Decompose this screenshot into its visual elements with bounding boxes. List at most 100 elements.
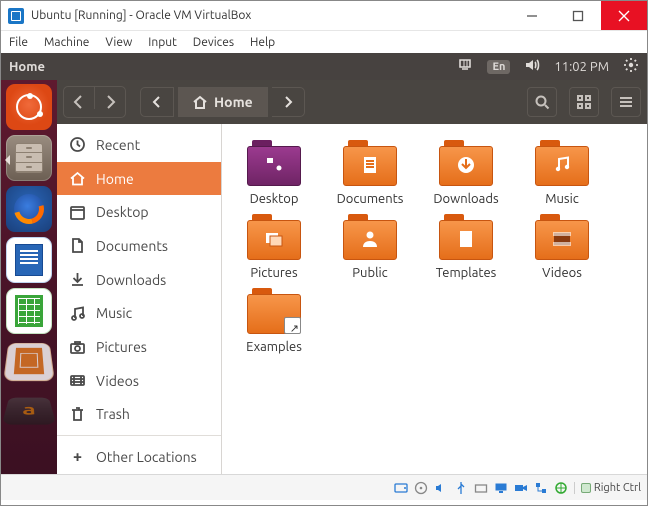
sidebar-item-label: Music <box>96 305 132 321</box>
files-toolbar: Home <box>57 80 647 124</box>
menu-input[interactable]: Input <box>148 36 177 49</box>
home-icon <box>192 94 208 110</box>
status-hostkey[interactable]: Right Ctrl <box>574 482 641 494</box>
folder-desktop[interactable]: Desktop <box>228 140 320 206</box>
sidebar-item-label: Other Locations <box>96 449 197 465</box>
download-icon <box>69 271 86 288</box>
path-prev-button[interactable] <box>140 87 174 117</box>
folder-examples[interactable]: Examples <box>228 288 320 354</box>
desktop-icon <box>69 204 86 221</box>
sidebar-item-trash[interactable]: Trash <box>57 398 221 432</box>
folder-videos[interactable]: Videos <box>516 214 608 280</box>
status-mouse-integration-icon[interactable] <box>554 480 569 495</box>
hamburger-menu-button[interactable] <box>611 87 641 117</box>
sidebar-item-label: Recent <box>96 137 140 153</box>
folder-music[interactable]: Music <box>516 140 608 206</box>
folder-label: Downloads <box>433 192 498 206</box>
launcher-amazon[interactable]: a <box>2 398 57 425</box>
status-display-icon[interactable] <box>494 480 509 495</box>
hostkey-label: Right Ctrl <box>594 482 641 494</box>
menu-file[interactable]: File <box>9 36 28 49</box>
folder-documents[interactable]: Documents <box>324 140 416 206</box>
launcher-impress[interactable] <box>3 343 55 381</box>
path-next-button[interactable] <box>272 87 305 117</box>
sidebar-item-recent[interactable]: Recent <box>57 128 221 162</box>
sidebar-item-music[interactable]: Music <box>57 297 221 331</box>
sidebar-item-home[interactable]: Home <box>57 162 221 196</box>
sidebar-item-label: Videos <box>96 373 139 389</box>
close-button[interactable] <box>601 1 647 30</box>
folder-label: Templates <box>436 266 497 280</box>
folder-label: Music <box>545 192 579 206</box>
volume-icon[interactable] <box>524 57 540 76</box>
sidebar-item-pictures[interactable]: Pictures <box>57 330 221 364</box>
sidebar-item-label: Documents <box>96 238 168 254</box>
files-grid: Desktop Documents Downloads <box>222 124 647 474</box>
maximize-button[interactable] <box>555 1 601 30</box>
folder-public[interactable]: Public <box>324 214 416 280</box>
menu-view[interactable]: View <box>105 36 132 49</box>
launcher-firefox[interactable] <box>6 186 52 232</box>
folder-label: Examples <box>246 340 302 354</box>
sidebar-item-videos[interactable]: Videos <box>57 364 221 398</box>
virtualbox-statusbar: Right Ctrl <box>1 474 647 500</box>
folder-templates[interactable]: a Templates <box>420 214 512 280</box>
status-video-capture-icon[interactable] <box>514 480 529 495</box>
virtualbox-icon <box>8 8 24 24</box>
document-icon <box>69 237 86 254</box>
folder-label: Documents <box>337 192 404 206</box>
status-optical-icon[interactable] <box>414 480 429 495</box>
launcher-calc[interactable] <box>6 288 52 334</box>
folder-pictures[interactable]: Pictures <box>228 214 320 280</box>
sidebar-item-label: Home <box>96 171 134 187</box>
clock[interactable]: 11:02 PM <box>554 60 609 74</box>
sidebar-item-label: Desktop <box>96 204 149 220</box>
sidebar-item-other-locations[interactable]: + Other Locations <box>57 440 221 474</box>
trash-icon <box>69 406 86 423</box>
launcher-dash[interactable] <box>6 84 52 130</box>
menu-devices[interactable]: Devices <box>193 36 234 49</box>
video-icon <box>69 372 86 389</box>
window-title: Ubuntu [Running] - Oracle VM VirtualBox <box>31 9 251 22</box>
sidebar-item-documents[interactable]: Documents <box>57 229 221 263</box>
status-shared-folder-icon[interactable] <box>474 480 489 495</box>
sidebar-item-label: Pictures <box>96 339 147 355</box>
launcher-writer[interactable] <box>6 237 52 283</box>
home-icon <box>69 170 86 187</box>
status-hdd-icon[interactable] <box>394 480 409 495</box>
folder-label: Public <box>352 266 387 280</box>
menu-help[interactable]: Help <box>250 36 275 49</box>
status-network-icon[interactable] <box>534 480 549 495</box>
music-icon <box>69 305 86 322</box>
svg-text:a: a <box>463 234 468 245</box>
virtualbox-menubar: File Machine View Input Devices Help <box>1 31 647 53</box>
view-grid-button[interactable] <box>569 87 599 117</box>
path-label: Home <box>214 94 253 110</box>
nav-back-button[interactable] <box>64 87 94 117</box>
status-usb-icon[interactable] <box>454 480 469 495</box>
sidebar-item-downloads[interactable]: Downloads <box>57 263 221 297</box>
status-audio-icon[interactable] <box>434 480 449 495</box>
menu-machine[interactable]: Machine <box>44 36 89 49</box>
path-segment-home[interactable]: Home <box>178 87 268 117</box>
folder-label: Pictures <box>250 266 297 280</box>
clock-icon <box>69 136 86 153</box>
minimize-button[interactable] <box>509 1 555 30</box>
folder-downloads[interactable]: Downloads <box>420 140 512 206</box>
launcher-files[interactable] <box>6 135 52 181</box>
camera-icon <box>69 339 86 356</box>
language-indicator[interactable]: En <box>487 60 510 74</box>
files-sidebar: Recent Home Desktop Documents Downloads <box>57 124 222 474</box>
keyboard-indicator-icon[interactable] <box>457 57 473 76</box>
folder-label: Desktop <box>250 192 299 206</box>
sidebar-item-desktop[interactable]: Desktop <box>57 195 221 229</box>
system-menu-icon[interactable] <box>623 57 639 76</box>
sidebar-item-label: Trash <box>96 406 130 422</box>
plus-icon: + <box>69 448 86 466</box>
unity-top-panel: Home En 11:02 PM <box>1 53 647 80</box>
search-button[interactable] <box>527 87 557 117</box>
folder-label: Videos <box>542 266 582 280</box>
panel-app-title: Home <box>9 60 45 74</box>
nav-forward-button[interactable] <box>95 87 125 117</box>
window-titlebar: Ubuntu [Running] - Oracle VM VirtualBox <box>1 1 647 31</box>
